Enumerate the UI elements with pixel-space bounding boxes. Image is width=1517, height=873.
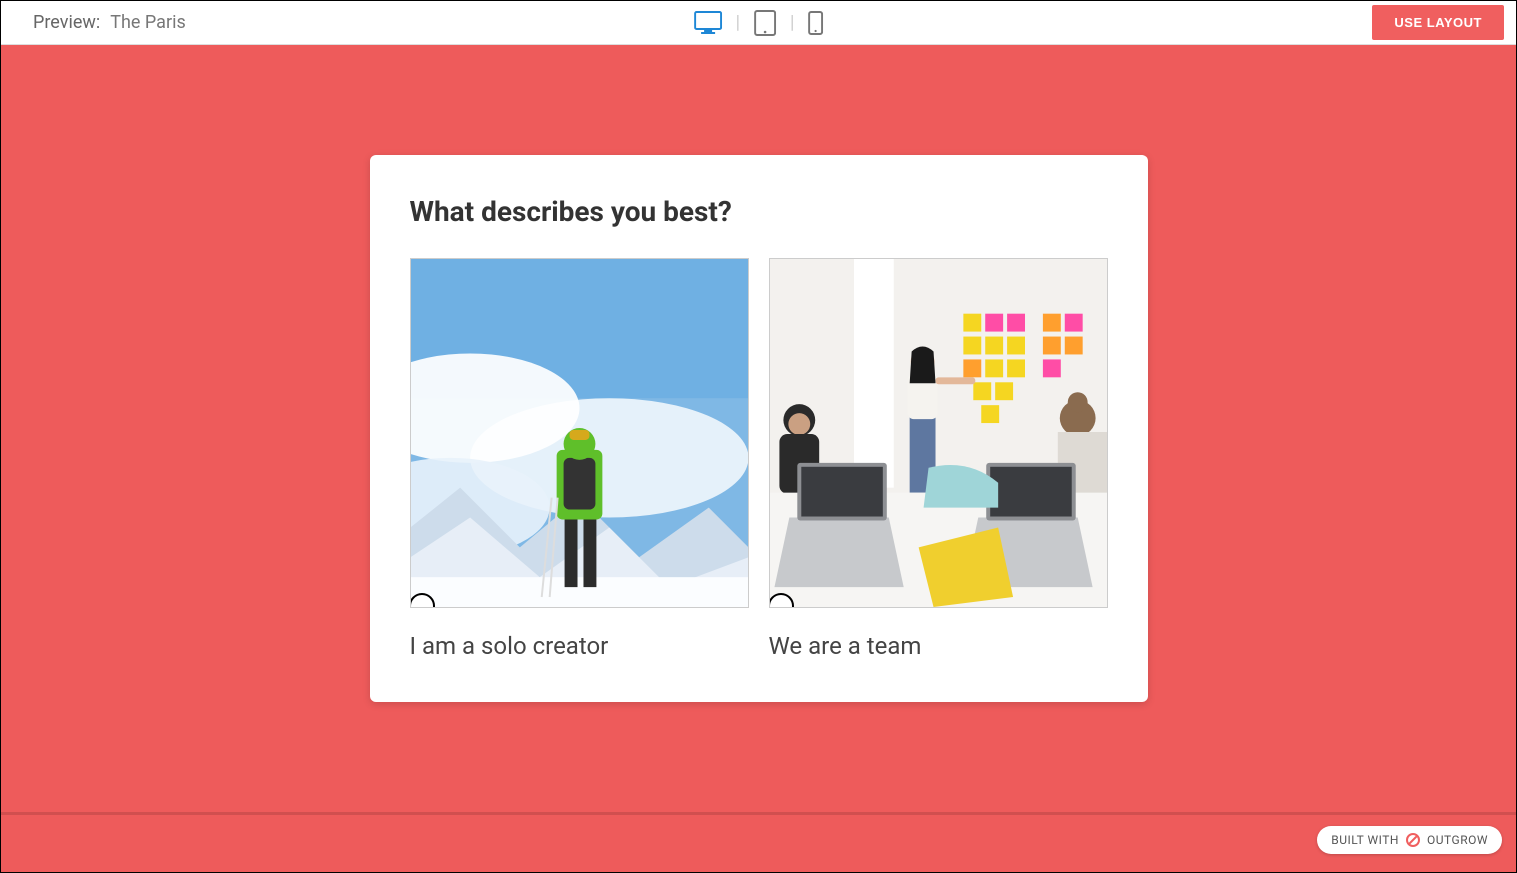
built-with-prefix: BUILT WITH bbox=[1331, 833, 1399, 847]
options-row: I am a solo creator bbox=[410, 258, 1108, 660]
built-with-brand: OUTGROW bbox=[1427, 833, 1488, 847]
topbar: Preview: The Paris | | USE LAYOUT bbox=[1, 1, 1516, 45]
option-label: I am a solo creator bbox=[410, 632, 749, 660]
bottom-divider bbox=[1, 812, 1516, 815]
desktop-icon[interactable] bbox=[694, 11, 722, 35]
divider: | bbox=[790, 12, 794, 33]
topbar-left: Preview: The Paris bbox=[13, 12, 186, 33]
outgrow-logo-icon bbox=[1405, 832, 1421, 848]
preview-label: Preview: bbox=[33, 12, 100, 33]
option-image-solo bbox=[410, 258, 749, 608]
divider: | bbox=[736, 12, 740, 33]
mobile-icon[interactable] bbox=[808, 11, 823, 35]
option-image-team bbox=[769, 258, 1108, 608]
built-with-badge[interactable]: BUILT WITH OUTGROW bbox=[1317, 826, 1502, 854]
device-switcher: | | bbox=[694, 10, 824, 36]
question-title: What describes you best? bbox=[410, 195, 1108, 228]
question-card: What describes you best? bbox=[370, 155, 1148, 702]
canvas-area: What describes you best? bbox=[1, 45, 1516, 872]
option-team[interactable]: We are a team bbox=[769, 258, 1108, 660]
preview-name: The Paris bbox=[110, 12, 185, 33]
option-label: We are a team bbox=[769, 632, 1108, 660]
use-layout-button[interactable]: USE LAYOUT bbox=[1372, 5, 1504, 40]
tablet-icon[interactable] bbox=[754, 10, 776, 36]
option-solo-creator[interactable]: I am a solo creator bbox=[410, 258, 749, 660]
